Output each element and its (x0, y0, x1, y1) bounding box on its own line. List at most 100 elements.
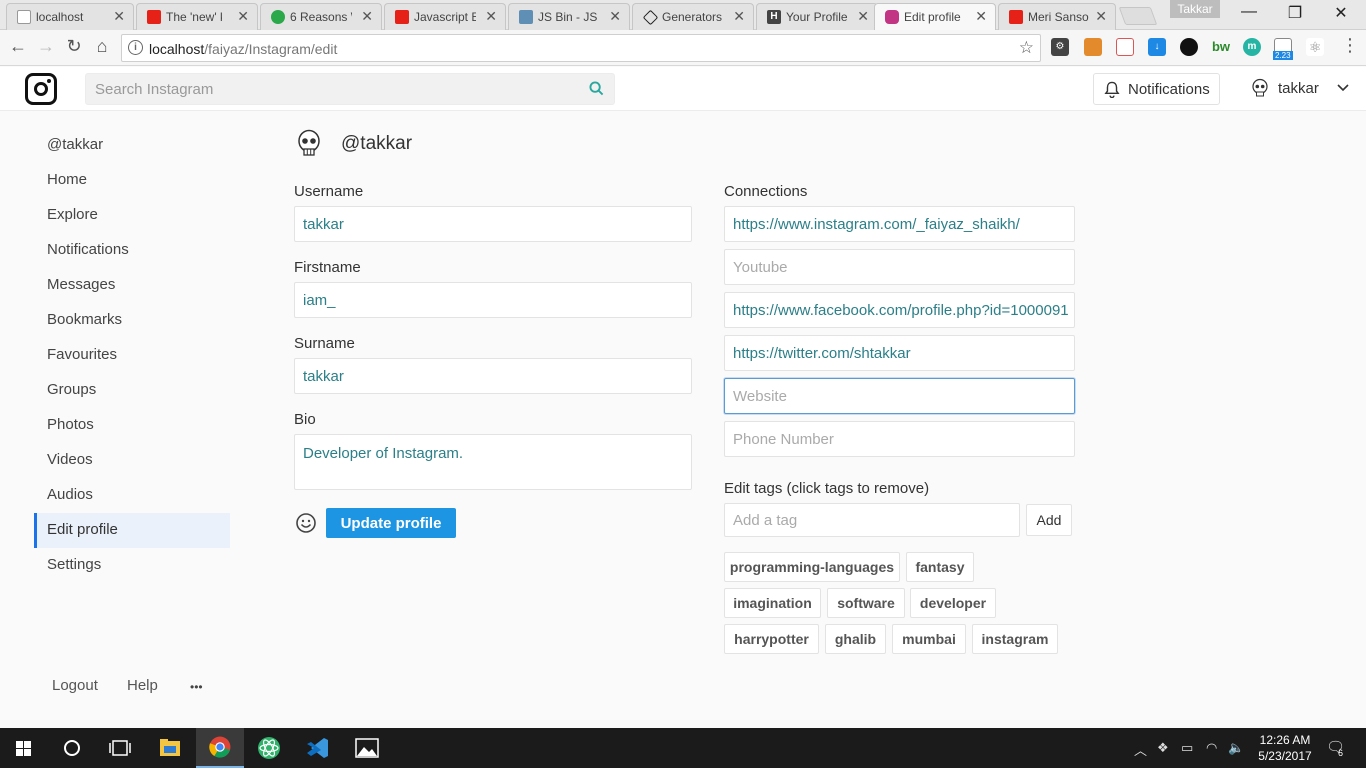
info-icon[interactable]: i (128, 40, 143, 55)
emoji-icon[interactable] (295, 512, 317, 534)
close-icon[interactable]: ✕ (361, 8, 373, 25)
phone-number-field[interactable] (724, 421, 1075, 457)
sidebar-item-favourites[interactable]: Favourites (34, 338, 230, 373)
wifi-icon[interactable]: ◠ (1206, 740, 1217, 756)
tag-chip[interactable]: harrypotter (724, 624, 819, 654)
search-icon[interactable] (589, 81, 604, 96)
bookmark-star-icon[interactable]: ☆ (1019, 38, 1034, 58)
close-icon[interactable]: ✕ (733, 8, 745, 25)
tag-chip[interactable]: fantasy (906, 552, 974, 582)
sidebar-item-edit-profile[interactable]: Edit profile (34, 513, 230, 548)
help-link[interactable]: Help (127, 677, 158, 694)
browser-tab[interactable]: The 'new' k ✕ (136, 3, 258, 30)
tag-chip[interactable]: programming-languages (724, 552, 900, 582)
browser-tab[interactable]: Meri Sanso ✕ (998, 3, 1116, 30)
minimize-button[interactable]: — (1226, 3, 1272, 21)
user-menu[interactable]: takkar (1250, 77, 1360, 103)
sidebar-item-home[interactable]: Home (34, 163, 230, 198)
address-bar[interactable]: i localhost/faiyaz/Instagram/edit ☆ (121, 34, 1041, 62)
bio-textarea[interactable]: Developer of Instagram. (294, 434, 692, 490)
close-icon[interactable]: ✕ (485, 8, 497, 25)
forward-button[interactable]: → (34, 36, 58, 57)
react-extension-icon[interactable]: ⚛ (1306, 38, 1324, 56)
notifications-button[interactable]: Notifications (1093, 73, 1220, 105)
sidebar-item-photos[interactable]: Photos (34, 408, 230, 443)
window-user-badge[interactable]: Takkar (1170, 0, 1220, 18)
download-extension-icon[interactable]: ↓ (1148, 38, 1166, 56)
taskbar-clock[interactable]: 12:26 AM 5/23/2017 (1254, 732, 1316, 764)
browser-tab-active[interactable]: Edit profile ✕ (874, 3, 996, 31)
tab-title: 6 Reasons W (290, 10, 352, 24)
browser-tab[interactable]: Javascript E ✕ (384, 3, 506, 30)
browser-tab[interactable]: localhost ✕ (6, 3, 134, 30)
profile-avatar[interactable] (294, 128, 324, 158)
sidebar-item-notifications[interactable]: Notifications (34, 233, 230, 268)
photos-icon[interactable] (343, 728, 391, 768)
windows-start-icon[interactable] (0, 728, 48, 768)
close-window-button[interactable]: ✕ (1318, 3, 1364, 23)
instagram-logo[interactable] (25, 73, 57, 105)
maximize-button[interactable]: ❐ (1272, 3, 1318, 23)
facebook-link-field[interactable] (724, 292, 1075, 328)
tag-chip[interactable]: ghalib (825, 624, 886, 654)
surname-field[interactable] (294, 358, 692, 394)
extension-icon[interactable] (1180, 38, 1198, 56)
add-tag-button[interactable]: Add (1026, 504, 1072, 536)
instagram-link-field[interactable] (724, 206, 1075, 242)
reload-button[interactable]: ↻ (62, 36, 86, 57)
tag-chip[interactable]: mumbai (892, 624, 966, 654)
gear-extension-icon[interactable]: ⚙ (1051, 38, 1069, 56)
add-tag-input[interactable] (724, 503, 1020, 537)
username-field[interactable] (294, 206, 692, 242)
url-text[interactable]: localhost/faiyaz/Instagram/edit (149, 41, 337, 57)
firstname-field[interactable] (294, 282, 692, 318)
dropbox-icon[interactable]: ❖ (1157, 740, 1169, 756)
task-view-icon[interactable] (96, 728, 144, 768)
sidebar-item-explore[interactable]: Explore (34, 198, 230, 233)
volume-icon[interactable]: 🔈 (1228, 740, 1244, 756)
bw-extension-icon[interactable]: bw (1210, 38, 1232, 56)
search-circle-icon[interactable] (48, 728, 96, 768)
atom-icon[interactable] (245, 728, 293, 768)
m-extension-icon[interactable]: m (1243, 38, 1261, 56)
menu-icon[interactable]: ⋮ (1338, 35, 1362, 56)
sidebar-item-profile[interactable]: @takkar (34, 128, 230, 163)
close-icon[interactable]: ✕ (113, 8, 125, 25)
sidebar-item-videos[interactable]: Videos (34, 443, 230, 478)
more-options-button[interactable]: ••• (190, 680, 203, 694)
chrome-icon[interactable] (196, 728, 244, 768)
calendar-extension-icon[interactable] (1116, 38, 1134, 56)
twitter-link-field[interactable] (724, 335, 1075, 371)
logout-link[interactable]: Logout (52, 677, 98, 694)
sidebar-item-audios[interactable]: Audios (34, 478, 230, 513)
browser-tab[interactable]: 6 Reasons W ✕ (260, 3, 382, 30)
home-button[interactable]: ⌂ (90, 36, 114, 57)
chevron-up-icon[interactable]: ︿ (1134, 740, 1147, 759)
extension-icon[interactable] (1084, 38, 1102, 56)
tag-chip[interactable]: software (827, 588, 905, 618)
new-tab-button[interactable] (1118, 7, 1158, 25)
vscode-icon[interactable] (294, 728, 342, 768)
close-icon[interactable]: ✕ (609, 8, 621, 25)
tag-chip[interactable]: imagination (724, 588, 821, 618)
sidebar-item-messages[interactable]: Messages (34, 268, 230, 303)
search-input[interactable] (86, 74, 576, 104)
website-field[interactable] (724, 378, 1075, 414)
sidebar-item-settings[interactable]: Settings (34, 548, 230, 583)
close-icon[interactable]: ✕ (857, 8, 869, 25)
close-icon[interactable]: ✕ (1095, 8, 1107, 25)
back-button[interactable]: ← (6, 36, 30, 57)
tag-chip[interactable]: developer (910, 588, 996, 618)
close-icon[interactable]: ✕ (975, 8, 987, 25)
tag-chip[interactable]: instagram (972, 624, 1058, 654)
browser-tab[interactable]: H Your Profile ✕ (756, 3, 878, 30)
close-icon[interactable]: ✕ (237, 8, 249, 25)
browser-tab[interactable]: Generators ✕ (632, 3, 754, 30)
battery-icon[interactable]: ▭ (1181, 740, 1193, 756)
youtube-link-field[interactable] (724, 249, 1075, 285)
update-profile-button[interactable]: Update profile (326, 508, 456, 538)
file-explorer-icon[interactable] (146, 728, 194, 768)
sidebar-item-bookmarks[interactable]: Bookmarks (34, 303, 230, 338)
sidebar-item-groups[interactable]: Groups (34, 373, 230, 408)
browser-tab[interactable]: JS Bin - JS B ✕ (508, 3, 630, 30)
